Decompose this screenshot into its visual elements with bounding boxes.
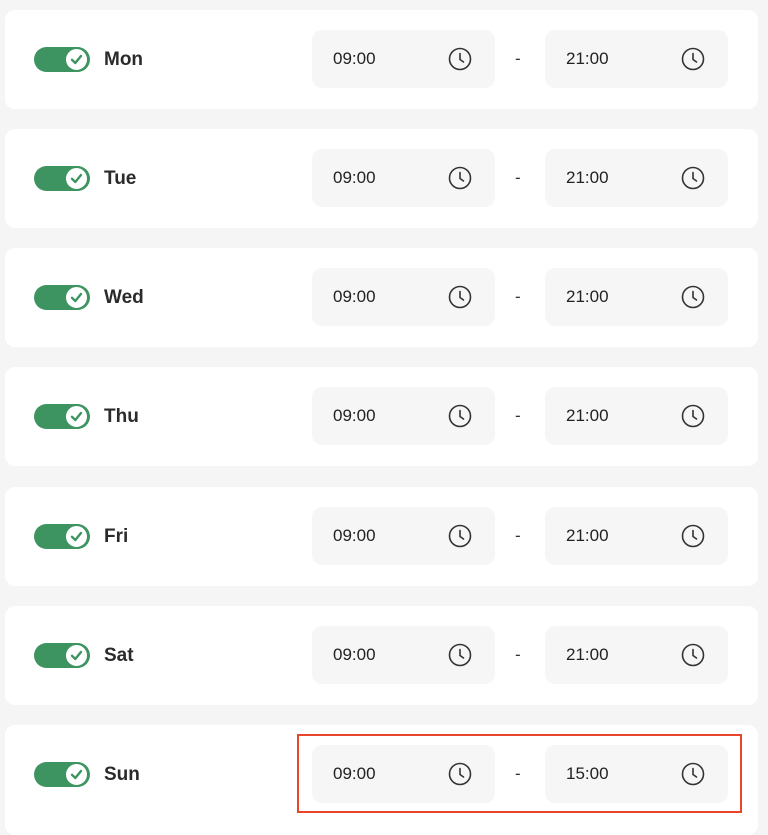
end-time-field[interactable]: 21:00 [545, 30, 728, 88]
day-label: Mon [104, 49, 144, 70]
day-toggle[interactable] [34, 643, 90, 668]
end-time-field[interactable]: 21:00 [545, 149, 728, 207]
check-icon [64, 166, 89, 191]
end-time-value: 21:00 [566, 49, 609, 68]
day-row-wed: Wed 09:00 - 21:00 [5, 248, 758, 347]
start-time-value: 09:00 [333, 49, 376, 68]
end-time-value: 21:00 [566, 645, 609, 664]
time-separator: - [515, 526, 521, 545]
day-label: Wed [104, 287, 144, 308]
day-label: Sat [104, 645, 134, 666]
start-time-value: 09:00 [333, 287, 376, 306]
check-icon [64, 404, 89, 429]
start-time-field[interactable]: 09:00 [312, 626, 495, 684]
day-label: Thu [104, 406, 139, 427]
check-icon [64, 643, 89, 668]
time-separator: - [515, 49, 521, 68]
day-label: Fri [104, 526, 129, 547]
start-time-value: 09:00 [333, 406, 376, 425]
start-time-field[interactable]: 09:00 [312, 268, 495, 326]
start-time-value: 09:00 [333, 168, 376, 187]
check-icon [64, 47, 89, 72]
end-time-value: 21:00 [566, 287, 609, 306]
check-icon [64, 762, 89, 787]
check-icon [64, 524, 89, 549]
start-time-field[interactable]: 09:00 [312, 387, 495, 445]
start-time-value: 09:00 [333, 645, 376, 664]
day-toggle[interactable] [34, 524, 90, 549]
day-toggle[interactable] [34, 47, 90, 72]
day-toggle[interactable] [34, 762, 90, 787]
day-toggle[interactable] [34, 404, 90, 429]
day-toggle[interactable] [34, 166, 90, 191]
day-label: Sun [104, 764, 140, 785]
day-toggle[interactable] [34, 285, 90, 310]
end-time-field[interactable]: 21:00 [545, 268, 728, 326]
day-row-sat: Sat 09:00 - 21:00 [5, 606, 758, 705]
day-row-mon: Mon 09:00 - 21:00 [5, 10, 758, 109]
end-time-value: 21:00 [566, 526, 609, 545]
day-row-fri: Fri 09:00 - 21:00 [5, 487, 758, 586]
time-separator: - [515, 168, 521, 187]
check-icon [64, 285, 89, 310]
end-time-field[interactable]: 21:00 [545, 626, 728, 684]
end-time-field[interactable]: 21:00 [545, 507, 728, 565]
day-row-tue: Tue 09:00 - 21:00 [5, 129, 758, 228]
time-separator: - [515, 406, 521, 425]
end-time-field[interactable]: 21:00 [545, 387, 728, 445]
time-separator: - [515, 645, 521, 664]
day-row-thu: Thu 09:00 - 21:00 [5, 367, 758, 466]
end-time-value: 21:00 [566, 168, 609, 187]
highlight-box [297, 734, 742, 813]
start-time-value: 09:00 [333, 526, 376, 545]
start-time-field[interactable]: 09:00 [312, 30, 495, 88]
start-time-field[interactable]: 09:00 [312, 507, 495, 565]
start-time-field[interactable]: 09:00 [312, 149, 495, 207]
time-separator: - [515, 287, 521, 306]
end-time-value: 21:00 [566, 406, 609, 425]
day-label: Tue [104, 168, 137, 189]
